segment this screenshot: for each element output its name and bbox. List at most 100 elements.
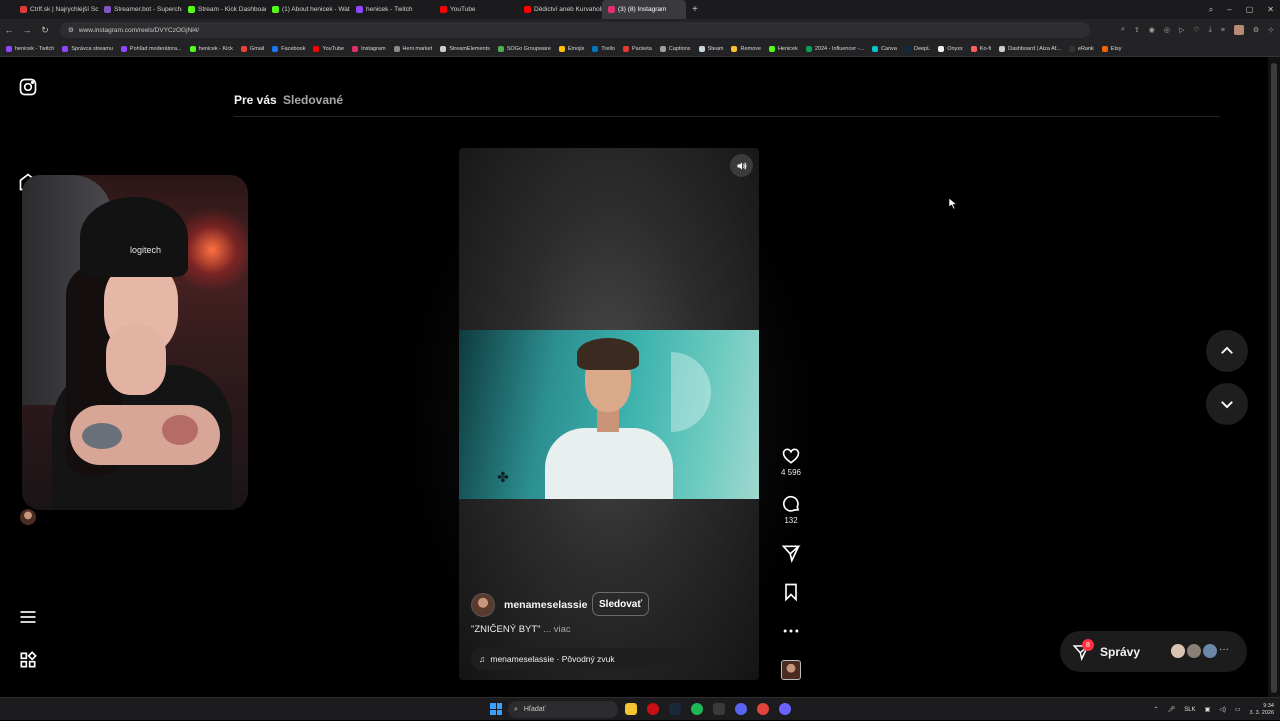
- bookmark-item[interactable]: Instagram: [352, 45, 386, 52]
- message-avatar[interactable]: [1170, 643, 1186, 659]
- new-tab-button[interactable]: +: [686, 4, 704, 15]
- close-window-icon[interactable]: ✕: [1267, 5, 1274, 14]
- comment-action[interactable]: 132: [778, 494, 804, 525]
- maximize-icon[interactable]: ▢: [1246, 5, 1254, 14]
- site-info-icon[interactable]: ⚙: [68, 26, 74, 34]
- share-action[interactable]: [778, 543, 804, 563]
- taskbar-search[interactable]: ⌕ Hľadať: [508, 701, 618, 718]
- bookmark-item[interactable]: Ko-fi: [970, 45, 991, 52]
- like-action[interactable]: 4 596: [778, 446, 804, 477]
- tab-following[interactable]: Sledované: [283, 93, 343, 107]
- bookmark-item[interactable]: 2024 - Influencer -...: [805, 45, 864, 52]
- heart-icon[interactable]: ♡: [1193, 26, 1199, 34]
- xbox-icon[interactable]: [713, 703, 725, 715]
- bookmark-item[interactable]: Pohľad moderátora...: [120, 45, 182, 52]
- battery-icon[interactable]: ▭: [1235, 706, 1241, 713]
- bookmark-item[interactable]: Trello: [592, 45, 615, 52]
- message-avatar[interactable]: [1186, 643, 1202, 659]
- author-username[interactable]: menameselassie: [504, 599, 587, 611]
- bookmark-item[interactable]: eRank: [1068, 45, 1094, 52]
- also-from-meta-icon[interactable]: [18, 650, 38, 670]
- bookmark-item[interactable]: SOGo Groupware: [497, 45, 551, 52]
- windows-start-icon[interactable]: [490, 703, 502, 715]
- bookmark-item[interactable]: Packeta: [622, 45, 652, 52]
- bookmark-item[interactable]: StreamElements: [440, 45, 490, 52]
- bookmark-item[interactable]: YouTube: [313, 45, 344, 52]
- reel-video[interactable]: ✤: [459, 330, 759, 499]
- author-avatar[interactable]: [471, 593, 495, 617]
- window-controls: ⌕ – ▢ ✕: [1209, 0, 1274, 19]
- more-menu-icon[interactable]: [18, 607, 38, 627]
- back-icon[interactable]: ←: [0, 25, 18, 35]
- browser-tab[interactable]: (1) About henicek - Watc...: [266, 0, 350, 19]
- browser-tab[interactable]: YouTube: [434, 0, 518, 19]
- more-options-action[interactable]: [778, 621, 804, 641]
- bookmark-item[interactable]: Steam: [698, 45, 723, 52]
- bookmark-item[interactable]: DeepL: [904, 45, 930, 52]
- language-indicator[interactable]: SLK: [1184, 707, 1195, 713]
- reload-icon[interactable]: ↻: [36, 25, 54, 36]
- url-field[interactable]: ⚙ www.instagram.com/reels/DVYCzOGjNl4/: [60, 22, 1090, 38]
- message-avatar[interactable]: [1202, 643, 1218, 659]
- profile-avatar[interactable]: [20, 509, 36, 525]
- bookmark-favicon-icon: [592, 45, 599, 52]
- bookmark-item[interactable]: Správca streamu: [62, 45, 113, 52]
- bookmark-item[interactable]: Remove: [731, 45, 761, 52]
- spotify-icon[interactable]: [691, 703, 703, 715]
- audio-pill[interactable]: ♫ menameselassie · Pôvodný zvuk: [471, 648, 697, 670]
- bookmark-item[interactable]: Etsy: [1101, 45, 1122, 52]
- menu-icon[interactable]: ≡: [1221, 27, 1225, 34]
- obs-icon[interactable]: [779, 703, 791, 715]
- profile-icon[interactable]: [1233, 25, 1244, 35]
- zoom-icon[interactable]: ⌕: [1121, 26, 1125, 34]
- volume-icon[interactable]: ◁): [1219, 706, 1226, 713]
- play-icon[interactable]: ▷: [1179, 26, 1184, 34]
- bookmark-item[interactable]: Emojis: [558, 45, 584, 52]
- bookmark-item[interactable]: Dashboard | Alza Af...: [999, 45, 1061, 52]
- app-icon[interactable]: [757, 703, 769, 715]
- minimize-icon[interactable]: –: [1227, 5, 1231, 14]
- network-icon[interactable]: ▣: [1205, 706, 1211, 713]
- bookmark-item[interactable]: Canva: [872, 45, 897, 52]
- browser-tab[interactable]: Ctrlf.sk | Najrychlejší Sc...: [14, 0, 98, 19]
- file-explorer-icon[interactable]: [625, 703, 637, 715]
- browser-tab[interactable]: henicek - Twitch: [350, 0, 434, 19]
- follow-button[interactable]: Sledovať: [592, 592, 650, 616]
- browser-tab[interactable]: Stream - Kick Dashboard: [182, 0, 266, 19]
- download-icon[interactable]: ⤓: [1209, 26, 1212, 34]
- bookmark-item[interactable]: Heni market: [393, 45, 432, 52]
- forward-icon[interactable]: →: [18, 25, 36, 35]
- discord-icon[interactable]: [735, 703, 747, 715]
- bookmark-item[interactable]: henicek - Kick: [189, 45, 233, 52]
- instagram-logo-icon[interactable]: [18, 77, 38, 97]
- browser-tab[interactable]: Dědictví aneb Kurvaholis...: [518, 0, 602, 19]
- previous-reel-button[interactable]: [1206, 330, 1248, 372]
- bookmark-item[interactable]: henicek - Twitch: [6, 45, 54, 52]
- bookmark-item[interactable]: Onyxx: [938, 45, 963, 52]
- steam-icon[interactable]: [669, 703, 681, 715]
- camera-icon[interactable]: ◉: [1149, 26, 1155, 34]
- caption-more-link[interactable]: ... viac: [543, 624, 570, 635]
- tray-overflow-icon[interactable]: ⌃: [1154, 706, 1159, 713]
- share-icon[interactable]: ⇪: [1134, 26, 1140, 34]
- messages-more-icon[interactable]: ···: [1219, 644, 1229, 655]
- audio-thumbnail[interactable]: [781, 660, 801, 680]
- bookmark-item[interactable]: Facebook: [272, 45, 305, 52]
- mute-button[interactable]: [730, 154, 753, 177]
- search-tabs-icon[interactable]: ⌕: [1209, 5, 1213, 15]
- tab-for-you[interactable]: Pre vás: [234, 93, 277, 107]
- extension-icon[interactable]: ◎: [1164, 26, 1170, 34]
- browser-tab[interactable]: Streamer.bot - Superchar...: [98, 0, 182, 19]
- bookmark-item[interactable]: Gmail: [240, 45, 264, 52]
- scrollbar-thumb[interactable]: [1271, 63, 1277, 693]
- browser-tab[interactable]: (3) (8) Instagram: [602, 0, 686, 19]
- clock[interactable]: 9:34 3. 3. 2026: [1250, 703, 1274, 717]
- save-action[interactable]: [778, 582, 804, 602]
- bookmark-item[interactable]: Henicek: [768, 45, 798, 52]
- bookmark-item[interactable]: Captions: [659, 45, 691, 52]
- ai-icon[interactable]: ⊹: [1268, 26, 1274, 34]
- microphone-icon[interactable]: 🎤︎: [1168, 706, 1176, 713]
- opera-icon[interactable]: [647, 703, 659, 715]
- next-reel-button[interactable]: [1206, 383, 1248, 425]
- settings-icon[interactable]: ⚙: [1253, 26, 1259, 34]
